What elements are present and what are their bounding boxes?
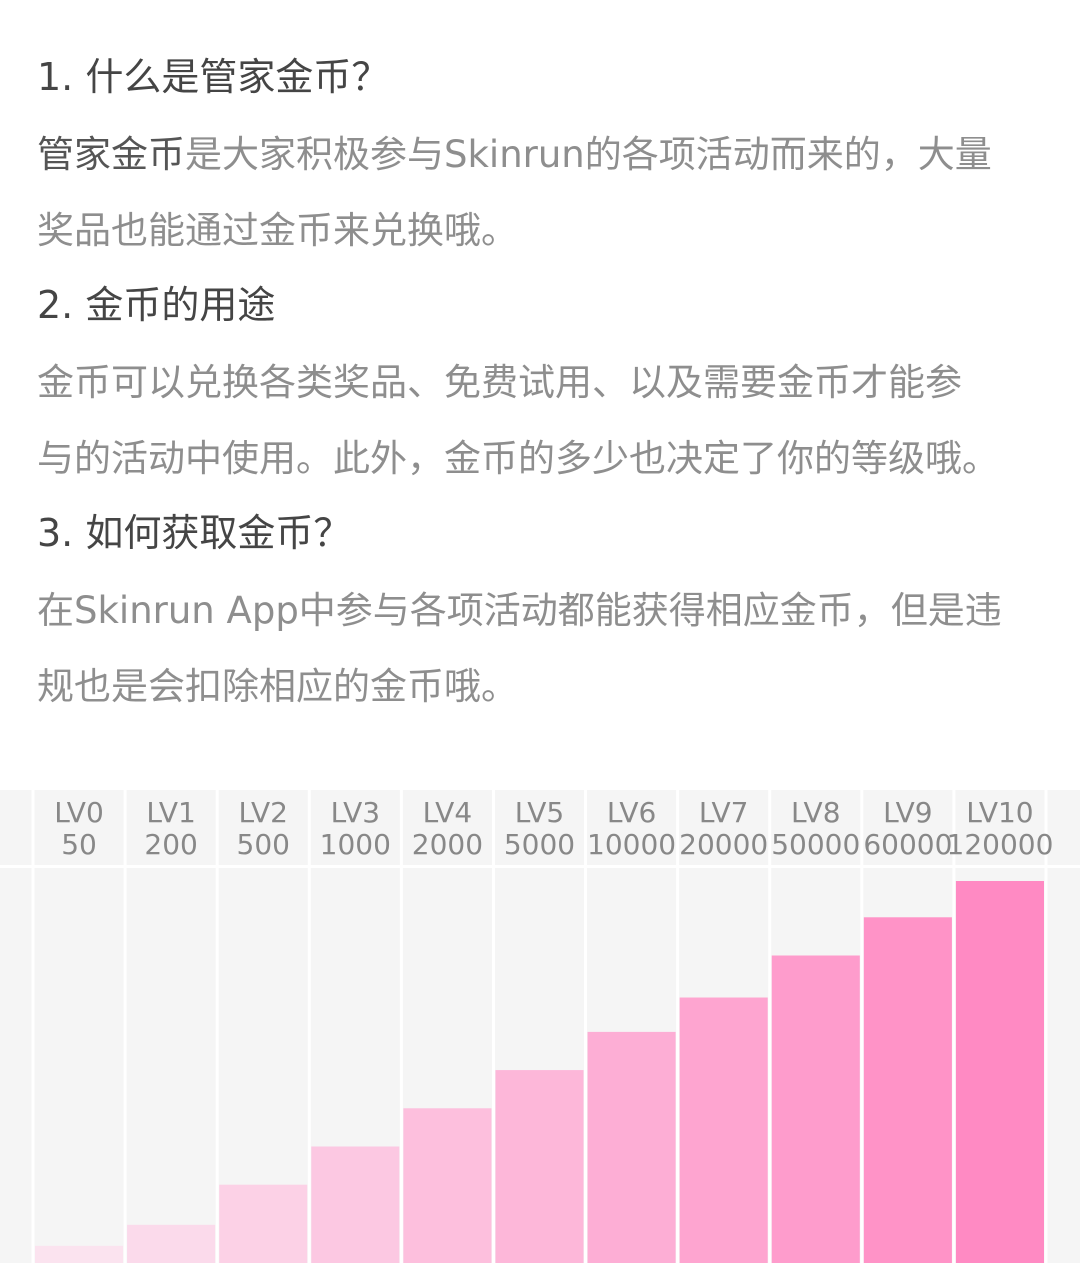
coin-term: 管家金币 <box>37 133 185 176</box>
coin-threshold-label: 120000 <box>947 828 1054 861</box>
chart-column-divider <box>491 790 495 1263</box>
chart-column-divider <box>123 790 127 1263</box>
paragraph-how-to-earn-line-1: 在Skinrun App中参与各项活动都能获得相应金币，但是违 <box>37 589 1002 632</box>
level-label: LV2 <box>238 796 288 829</box>
level-label: LV10 <box>966 796 1033 829</box>
coin-threshold-label: 50 <box>61 828 97 861</box>
coin-threshold-label: 10000 <box>587 828 676 861</box>
level-label: LV9 <box>883 796 933 829</box>
heading-coin-usage: 2. 金币的用途 <box>37 283 276 327</box>
chart-bar-lv8 <box>771 955 860 1263</box>
level-label: LV7 <box>699 796 749 829</box>
coin-threshold-label: 50000 <box>771 828 860 861</box>
paragraph-how-to-earn-line-2: 规也是会扣除相应的金币哦。 <box>37 665 518 708</box>
level-label: LV3 <box>331 796 381 829</box>
chart-bar-lv10 <box>955 881 1044 1263</box>
level-label: LV4 <box>423 796 473 829</box>
chart-bar-lv5 <box>495 1070 584 1263</box>
level-label: LV8 <box>791 796 841 829</box>
chart-header-divider <box>0 865 1080 868</box>
chart-bar-lv7 <box>679 997 768 1263</box>
heading-how-to-earn: 3. 如何获取金币？ <box>37 511 352 555</box>
coin-threshold-label: 2000 <box>412 828 483 861</box>
level-coin-chart: LV050 LV1200 LV2500 LV31000 LV42000 LV55000 LV… <box>0 790 1080 1263</box>
chart-bar-lv3 <box>311 1146 400 1263</box>
chart-bar-lv4 <box>403 1108 492 1263</box>
paragraph-what-is-coin-line-2: 奖品也能通过金币来兑换哦。 <box>37 209 518 252</box>
coin-threshold-label: 20000 <box>679 828 768 861</box>
heading-what-is-coin: 1. 什么是管家金币？ <box>37 55 390 99</box>
chart-column-divider <box>215 790 219 1263</box>
level-label: LV1 <box>146 796 196 829</box>
coin-threshold-label: 1000 <box>320 828 391 861</box>
coin-threshold-label: 500 <box>237 828 290 861</box>
chart-column-divider <box>399 790 403 1263</box>
chart-bar-lv0 <box>35 1245 124 1263</box>
level-label: LV0 <box>54 796 104 829</box>
level-label: LV6 <box>607 796 657 829</box>
paragraph-text: 是大家积极参与Skinrun的各项活动而来的，大量 <box>185 133 992 176</box>
coin-threshold-label: 5000 <box>504 828 575 861</box>
paragraph-what-is-coin-line-1: 管家金币是大家积极参与Skinrun的各项活动而来的，大量 <box>37 136 992 173</box>
chart-column-divider <box>31 790 35 1263</box>
level-label: LV5 <box>515 796 565 829</box>
coin-threshold-label: 200 <box>144 828 197 861</box>
chart-bar-lv6 <box>587 1031 676 1263</box>
coin-threshold-label: 60000 <box>863 828 952 861</box>
paragraph-coin-usage-line-1: 金币可以兑换各类奖品、免费试用、以及需要金币才能参 <box>37 361 962 404</box>
chart-bar-lv9 <box>863 917 952 1263</box>
paragraph-coin-usage-line-2: 与的活动中使用。此外，金币的多少也决定了你的等级哦。 <box>37 437 999 480</box>
chart-bar-lv2 <box>219 1184 308 1263</box>
chart-column-divider <box>307 790 311 1263</box>
chart-bar-lv1 <box>127 1224 216 1263</box>
